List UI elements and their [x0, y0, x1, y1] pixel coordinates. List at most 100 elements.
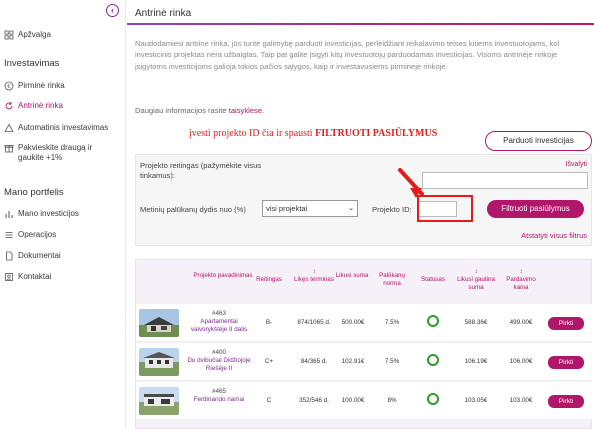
sort-icon: ↕ — [519, 269, 523, 275]
buy-button[interactable]: Pirkti — [548, 317, 584, 330]
euro-icon: € — [4, 81, 14, 91]
section-mano-portfelis: Mano portfelis — [4, 187, 64, 198]
section-investavimas: Investavimas — [4, 58, 60, 69]
clear-link[interactable]: Išvalyti — [566, 161, 587, 168]
sidebar-item-overview[interactable]: Apžvalga — [4, 30, 51, 40]
buy-button[interactable]: Pirkti — [548, 395, 584, 408]
rating-input[interactable] — [422, 172, 588, 189]
sell-investments-button[interactable]: Parduoti investicijas — [485, 131, 592, 151]
remaining-cell: 500.00€ — [341, 319, 365, 326]
document-icon — [4, 251, 14, 261]
sidebar-item-label: Mano investicijos — [18, 209, 79, 218]
list-icon — [4, 230, 14, 240]
term-cell: 352/546 d. — [299, 397, 329, 404]
rate-cell: 8% — [387, 397, 397, 404]
rate-cell: 7.5% — [384, 358, 400, 365]
instruction-annotation: įvesti projekto ID čia ir spausti FILTRU… — [189, 128, 437, 139]
project-thumbnail — [139, 348, 179, 376]
rating-cell: C+ — [264, 358, 274, 365]
header-rate[interactable]: Palūkanų norma — [372, 272, 412, 288]
sidebar-item-label: Dokumentai — [18, 251, 61, 260]
remaining-cell: 102.91€ — [341, 358, 365, 365]
receivable-cell: 103.05€ — [464, 397, 488, 404]
svg-text:€: € — [7, 84, 11, 90]
sidebar-item-secondary-market[interactable]: Antrinė rinka — [4, 101, 63, 111]
sidebar-item-label: Pakvieskite draugą ir gaukite +1% — [18, 143, 93, 162]
table-row: #465 Ferdinando namai C 352/546 d. 100.0… — [136, 382, 593, 420]
project-cell[interactable]: #465 Ferdinando namai — [182, 388, 256, 404]
header-remaining[interactable]: Likusi suma — [335, 272, 369, 280]
main-content: Antrinė rinka Naudodamiesi antrine rinka… — [127, 0, 594, 429]
arrow-icon — [398, 168, 424, 198]
sidebar: ‹ Apžvalga Investavimas € Pirminė rinka … — [0, 0, 126, 429]
remaining-cell: 100.00€ — [341, 397, 365, 404]
header-project-name[interactable]: Projekto pavadinimas — [193, 272, 253, 280]
rating-cell: C — [266, 397, 272, 404]
sort-icon: ↕ — [312, 269, 316, 275]
annotation-text: įvesti projekto ID čia ir spausti — [189, 128, 313, 139]
intro-text: Naudodamiesi antrine rinka, jūs turite g… — [135, 39, 560, 71]
project-cell[interactable]: #463 Apartamentai vaivorykštėje II dalis — [182, 310, 256, 334]
title-divider — [127, 23, 594, 25]
bar-chart-icon — [4, 209, 14, 219]
sidebar-item-operations[interactable]: Operacijos — [4, 230, 56, 240]
project-thumbnail — [139, 387, 179, 415]
receivable-cell: 588.36€ — [464, 319, 488, 326]
sidebar-item-label: Antrinė rinka — [18, 101, 63, 110]
chevron-down-icon: ⌄ — [348, 205, 354, 212]
contacts-icon — [4, 272, 14, 282]
price-cell: 499.00€ — [509, 319, 533, 326]
header-status[interactable]: Statusas — [413, 276, 453, 284]
more-info-text: Daugiau informacijos rasite — [135, 106, 227, 115]
price-cell: 106.00€ — [509, 358, 533, 365]
refresh-icon — [4, 101, 14, 111]
status-icon — [427, 315, 439, 327]
sidebar-item-label: Apžvalga — [18, 30, 51, 39]
triangle-icon — [4, 123, 14, 133]
sidebar-item-primary-market[interactable]: € Pirminė rinka — [4, 81, 65, 91]
more-info: Daugiau informacijos rasite taisyklėse. — [135, 106, 264, 115]
sidebar-item-label: Kontaktai — [18, 272, 52, 281]
rules-link[interactable]: taisyklėse. — [229, 106, 264, 115]
status-icon — [427, 354, 439, 366]
term-cell: 874/1065 d. — [297, 319, 331, 326]
collapse-sidebar-button[interactable]: ‹ — [106, 4, 119, 17]
receivable-cell: 106.19€ — [464, 358, 488, 365]
table-row: #400 Du dvibučiai Didžiojoje Riešėje II … — [136, 343, 593, 381]
page-title: Antrinė rinka — [135, 8, 192, 19]
buy-button[interactable]: Pirkti — [548, 356, 584, 369]
filter-panel: Projekto reitingas (pažymėkite visus tin… — [135, 154, 592, 246]
rate-select-value: visi projektai — [266, 204, 308, 213]
project-thumbnail — [139, 309, 179, 337]
rate-label: Metinių palūkanų dydis nuo (%) — [140, 205, 246, 214]
price-cell: 103.00€ — [509, 397, 533, 404]
sidebar-item-label: Automatinis investavimas — [18, 123, 109, 132]
status-icon — [427, 393, 439, 405]
grid-icon — [4, 30, 14, 40]
table-row: #463 Apartamentai vaivorykštėje II dalis… — [136, 304, 593, 342]
header-term[interactable]: ↕ Likęs terminas — [293, 268, 335, 284]
gift-icon — [4, 143, 14, 153]
rating-cell: B- — [265, 319, 273, 326]
sidebar-item-documents[interactable]: Dokumentai — [4, 251, 61, 261]
filter-offers-button[interactable]: Filtruoti pasiūlymus — [487, 200, 584, 218]
rate-select[interactable]: visi projektai ⌄ — [262, 200, 358, 217]
header-price[interactable]: ↕ Pardavimo kaina — [501, 268, 541, 292]
sort-icon: ↕ — [474, 269, 478, 275]
term-cell: 84/365 d. — [300, 358, 328, 365]
sidebar-item-contacts[interactable]: Kontaktai — [4, 272, 51, 282]
sidebar-item-auto-invest[interactable]: Automatinis investavimas — [4, 123, 108, 133]
rating-label: Projekto reitingas (pažymėkite visus tin… — [140, 161, 262, 180]
sidebar-item-label: Pirminė rinka — [18, 81, 65, 90]
header-receivable[interactable]: ↕ Likusi gautina suma — [455, 268, 497, 292]
project-id-label: Projekto ID: — [372, 205, 412, 214]
sidebar-item-my-investments[interactable]: Mano investicijos — [4, 209, 79, 219]
reset-filters-link[interactable]: Atstatyti visus filtrus — [521, 231, 587, 240]
offers-table: Projekto pavadinimas Reitingas ↕ Likęs te… — [135, 259, 593, 429]
project-cell[interactable]: #400 Du dvibučiai Didžiojoje Riešėje II — [182, 349, 256, 373]
header-rating[interactable]: Reitingas — [249, 276, 289, 284]
sidebar-item-label: Operacijos — [18, 230, 57, 239]
annotation-bold: FILTRUOTI PASIŪLYMUS — [315, 128, 438, 139]
rate-cell: 7.5% — [384, 319, 400, 326]
sidebar-item-invite-friend[interactable]: Pakvieskite draugą ir gaukite +1% — [4, 143, 122, 163]
